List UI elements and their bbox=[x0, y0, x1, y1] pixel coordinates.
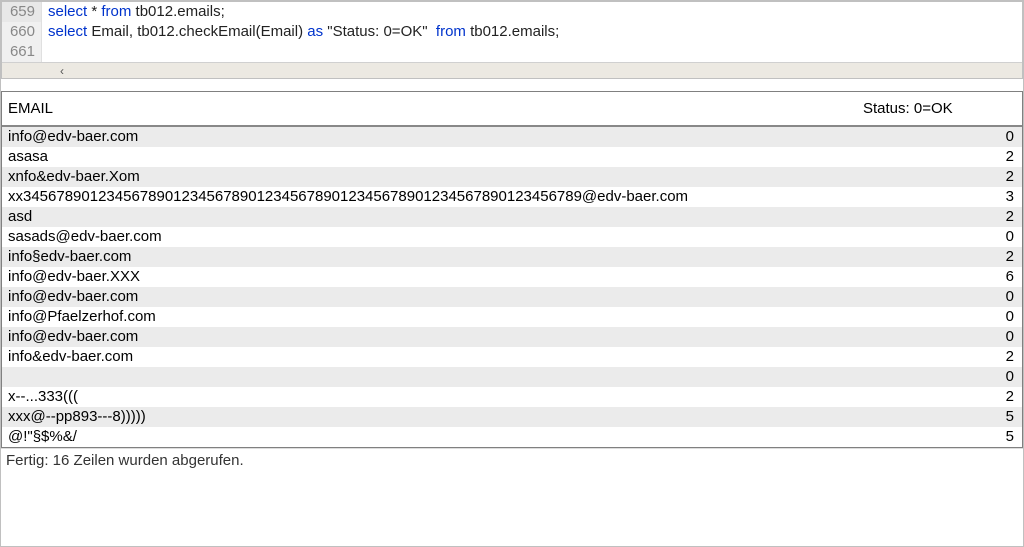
column-header-email[interactable]: EMAIL bbox=[2, 92, 857, 125]
cell-email[interactable]: info&edv-baer.com bbox=[2, 347, 857, 367]
splitter[interactable] bbox=[1, 79, 1023, 91]
cell-status[interactable]: 0 bbox=[857, 327, 1022, 347]
cell-email[interactable]: xxx@--pp893---8))))) bbox=[2, 407, 857, 427]
cell-email[interactable]: xx34567890123456789012345678901234567890… bbox=[2, 187, 857, 207]
table-row[interactable]: asd2 bbox=[2, 207, 1022, 227]
table-row[interactable]: sasads@edv-baer.com0 bbox=[2, 227, 1022, 247]
sql-editor[interactable]: 659select * from tb012.emails;660select … bbox=[1, 1, 1023, 79]
code-line[interactable]: 660select Email, tb012.checkEmail(Email)… bbox=[2, 22, 1022, 42]
cell-email[interactable]: sasads@edv-baer.com bbox=[2, 227, 857, 247]
cell-status[interactable]: 2 bbox=[857, 387, 1022, 407]
cell-email[interactable]: @!"§$%&/ bbox=[2, 427, 857, 447]
table-row[interactable]: info&edv-baer.com2 bbox=[2, 347, 1022, 367]
code-line[interactable]: 659select * from tb012.emails; bbox=[2, 2, 1022, 22]
table-row[interactable]: asasa2 bbox=[2, 147, 1022, 167]
code-text[interactable] bbox=[42, 42, 48, 62]
cell-email[interactable] bbox=[2, 367, 857, 387]
cell-email[interactable]: info@Pfaelzerhof.com bbox=[2, 307, 857, 327]
status-bar: Fertig: 16 Zeilen wurden abgerufen. bbox=[1, 448, 1023, 473]
cell-status[interactable]: 2 bbox=[857, 247, 1022, 267]
results-grid: EMAIL Status: 0=OK info@edv-baer.com0asa… bbox=[1, 91, 1023, 448]
cell-email[interactable]: info§edv-baer.com bbox=[2, 247, 857, 267]
table-row[interactable]: x--...333(((2 bbox=[2, 387, 1022, 407]
cell-email[interactable]: asasa bbox=[2, 147, 857, 167]
cell-email[interactable]: x--...333((( bbox=[2, 387, 857, 407]
cell-status[interactable]: 3 bbox=[857, 187, 1022, 207]
cell-email[interactable]: asd bbox=[2, 207, 857, 227]
line-number: 659 bbox=[2, 2, 42, 22]
cell-email[interactable]: info@edv-baer.com bbox=[2, 327, 857, 347]
cell-email[interactable]: info@edv-baer.com bbox=[2, 287, 857, 307]
cell-status[interactable]: 5 bbox=[857, 407, 1022, 427]
table-row[interactable]: info@edv-baer.com0 bbox=[2, 287, 1022, 307]
cell-status[interactable]: 0 bbox=[857, 367, 1022, 387]
cell-email[interactable]: xnfo&edv-baer.Xom bbox=[2, 167, 857, 187]
cell-status[interactable]: 5 bbox=[857, 427, 1022, 447]
table-row[interactable]: xx34567890123456789012345678901234567890… bbox=[2, 187, 1022, 207]
scroll-left-icon[interactable]: ‹ bbox=[60, 64, 64, 78]
cell-status[interactable]: 2 bbox=[857, 347, 1022, 367]
cell-status[interactable]: 2 bbox=[857, 167, 1022, 187]
code-text[interactable]: select * from tb012.emails; bbox=[42, 2, 225, 22]
code-text[interactable]: select Email, tb012.checkEmail(Email) as… bbox=[42, 22, 559, 42]
table-row[interactable]: @!"§$%&/5 bbox=[2, 427, 1022, 447]
cell-email[interactable]: info@edv-baer.com bbox=[2, 127, 857, 147]
grid-header-row: EMAIL Status: 0=OK bbox=[2, 92, 1022, 127]
cell-status[interactable]: 0 bbox=[857, 127, 1022, 147]
editor-horizontal-scrollbar[interactable]: ‹ bbox=[2, 62, 1022, 78]
cell-status[interactable]: 2 bbox=[857, 207, 1022, 227]
table-row[interactable]: info@edv-baer.com0 bbox=[2, 327, 1022, 347]
line-number: 661 bbox=[2, 42, 42, 62]
table-row[interactable]: xnfo&edv-baer.Xom2 bbox=[2, 167, 1022, 187]
table-row[interactable]: info@Pfaelzerhof.com0 bbox=[2, 307, 1022, 327]
table-row[interactable]: info@edv-baer.com0 bbox=[2, 127, 1022, 147]
cell-status[interactable]: 0 bbox=[857, 287, 1022, 307]
table-row[interactable]: 0 bbox=[2, 367, 1022, 387]
table-row[interactable]: xxx@--pp893---8)))))5 bbox=[2, 407, 1022, 427]
column-header-status[interactable]: Status: 0=OK bbox=[857, 92, 1022, 125]
cell-status[interactable]: 6 bbox=[857, 267, 1022, 287]
cell-email[interactable]: info@edv-baer.XXX bbox=[2, 267, 857, 287]
line-number: 660 bbox=[2, 22, 42, 42]
table-row[interactable]: info§edv-baer.com2 bbox=[2, 247, 1022, 267]
code-line[interactable]: 661 bbox=[2, 42, 1022, 62]
cell-status[interactable]: 0 bbox=[857, 227, 1022, 247]
cell-status[interactable]: 0 bbox=[857, 307, 1022, 327]
table-row[interactable]: info@edv-baer.XXX6 bbox=[2, 267, 1022, 287]
cell-status[interactable]: 2 bbox=[857, 147, 1022, 167]
